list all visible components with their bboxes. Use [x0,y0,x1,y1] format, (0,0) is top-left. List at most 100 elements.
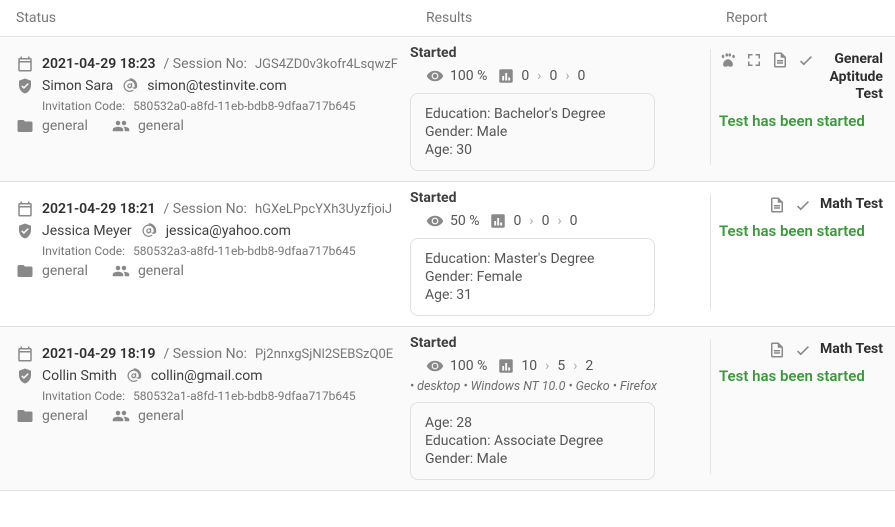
info-age: Age: 31 [425,287,640,303]
candidate-info-box: Education: Master's Degree Gender: Female… [410,238,655,316]
check-icon [797,51,815,69]
test-name[interactable]: Math Test [820,196,883,214]
folder-name: general [42,263,88,279]
session-row[interactable]: 2021-04-29 18:21 / Session No: hGXeLPpcY… [0,182,895,327]
status-cell: 2021-04-29 18:21 / Session No: hGXeLPpcY… [0,188,410,284]
divider [710,49,711,165]
check-icon [794,196,812,214]
count-3: 0 [570,213,578,229]
info-gender: Gender: Male [425,124,640,140]
count-3: 2 [585,358,593,374]
col-header-status: Status [16,10,426,26]
session-datetime: 2021-04-29 18:23 [42,56,156,72]
invitation-code-value: 580532a1-a8fd-11eb-bdb8-9dfaa717b645 [133,389,356,403]
group-name: general [138,263,184,279]
session-no-value: Pj2nnxgSjNl2SEBSzQ0E [255,347,393,362]
result-state: Started [410,335,710,351]
results-cell: Started 100 % 0 › 0 › 0 Education: Bache… [410,43,710,171]
group-name: general [138,118,184,134]
calendar-icon [16,345,34,363]
results-cell: Started 50 % 0 › 0 › 0 Education: Master… [410,188,710,316]
candidate-info-box: Age: 28 Education: Associate Degree Gender… [410,402,655,480]
col-header-results: Results [426,10,726,26]
report-header: Math Test [719,341,883,359]
status-cell: 2021-04-29 18:23 / Session No: JGS4ZD0v3… [0,43,410,139]
progress-value: 100 % [450,68,487,84]
session-datetime: 2021-04-29 18:19 [42,346,156,362]
folder-icon [16,262,34,280]
chart-icon [497,67,515,85]
info-education: Education: Associate Degree [425,433,640,449]
info-age: Age: 30 [425,142,640,158]
session-no-label: / Session No: [164,56,247,72]
group-icon [112,262,130,280]
folder-icon [16,407,34,425]
session-no-label: / Session No: [164,201,247,217]
eye-icon [426,357,444,375]
user-agent: • desktop • Windows NT 10.0 • Gecko • Fi… [410,379,710,394]
shield-icon [16,77,34,95]
count-2: 0 [549,68,557,84]
folder-icon [16,117,34,135]
count-1: 0 [513,213,521,229]
report-header: Math Test [719,196,883,214]
results-cell: Started 100 % 10 › 5 › 2 • desktop • Win… [410,333,710,480]
check-icon [794,341,812,359]
report-header: General Aptitude Test [719,51,883,104]
session-no-value: hGXeLPpcYXh3UyzfjoiJ [255,202,392,217]
shield-icon [16,367,34,385]
test-status: Test has been started [719,367,883,387]
document-icon [768,196,786,214]
candidate-name: Collin Smith [42,368,117,384]
candidate-email: collin@gmail.com [151,368,263,384]
progress-value: 50 % [450,213,479,229]
session-no-label: / Session No: [164,346,247,362]
info-gender: Gender: Male [425,451,640,467]
chart-icon [489,212,507,230]
document-icon [771,51,789,69]
paw-icon [719,51,737,69]
group-name: general [138,408,184,424]
session-no-value: JGS4ZD0v3kofr4LsqwzF [255,57,398,72]
info-age: Age: 28 [425,415,640,431]
calendar-icon [16,55,34,73]
invitation-code-label: Invitation Code: [42,389,125,403]
eye-icon [426,67,444,85]
col-header-report: Report [726,10,879,26]
session-datetime: 2021-04-29 18:21 [42,201,156,217]
at-icon [140,222,158,240]
invitation-code-label: Invitation Code: [42,99,125,113]
candidate-name: Simon Sara [42,78,113,94]
result-state: Started [410,190,710,206]
chart-icon [497,357,515,375]
candidate-email: jessica@yahoo.com [166,223,291,239]
result-state: Started [410,45,710,61]
report-cell: General Aptitude Test Test has been star… [719,43,895,131]
info-education: Education: Master's Degree [425,251,640,267]
invitation-code-label: Invitation Code: [42,244,125,258]
session-row[interactable]: 2021-04-29 18:19 / Session No: Pj2nnxgSj… [0,327,895,491]
candidate-name: Jessica Meyer [42,223,132,239]
count-3: 0 [578,68,586,84]
count-1: 10 [521,358,537,374]
info-gender: Gender: Female [425,269,640,285]
info-education: Education: Bachelor's Degree [425,106,640,122]
at-icon [125,367,143,385]
folder-name: general [42,118,88,134]
invitation-code-value: 580532a0-a8fd-11eb-bdb8-9dfaa717b645 [133,99,356,113]
candidate-email: simon@testinvite.com [147,78,287,94]
invitation-code-value: 580532a3-a8fd-11eb-bdb8-9dfaa717b645 [133,244,356,258]
group-icon [112,407,130,425]
session-row[interactable]: 2021-04-29 18:23 / Session No: JGS4ZD0v3… [0,37,895,182]
calendar-icon [16,200,34,218]
progress-value: 100 % [450,358,487,374]
test-name[interactable]: General Aptitude Test [823,51,883,104]
group-icon [112,117,130,135]
result-metrics: 100 % 10 › 5 › 2 [426,357,710,375]
eye-icon [426,212,444,230]
test-name[interactable]: Math Test [820,341,883,359]
count-2: 0 [542,213,550,229]
test-status: Test has been started [719,222,883,242]
report-cell: Math Test Test has been started [719,333,895,387]
count-2: 5 [557,358,565,374]
